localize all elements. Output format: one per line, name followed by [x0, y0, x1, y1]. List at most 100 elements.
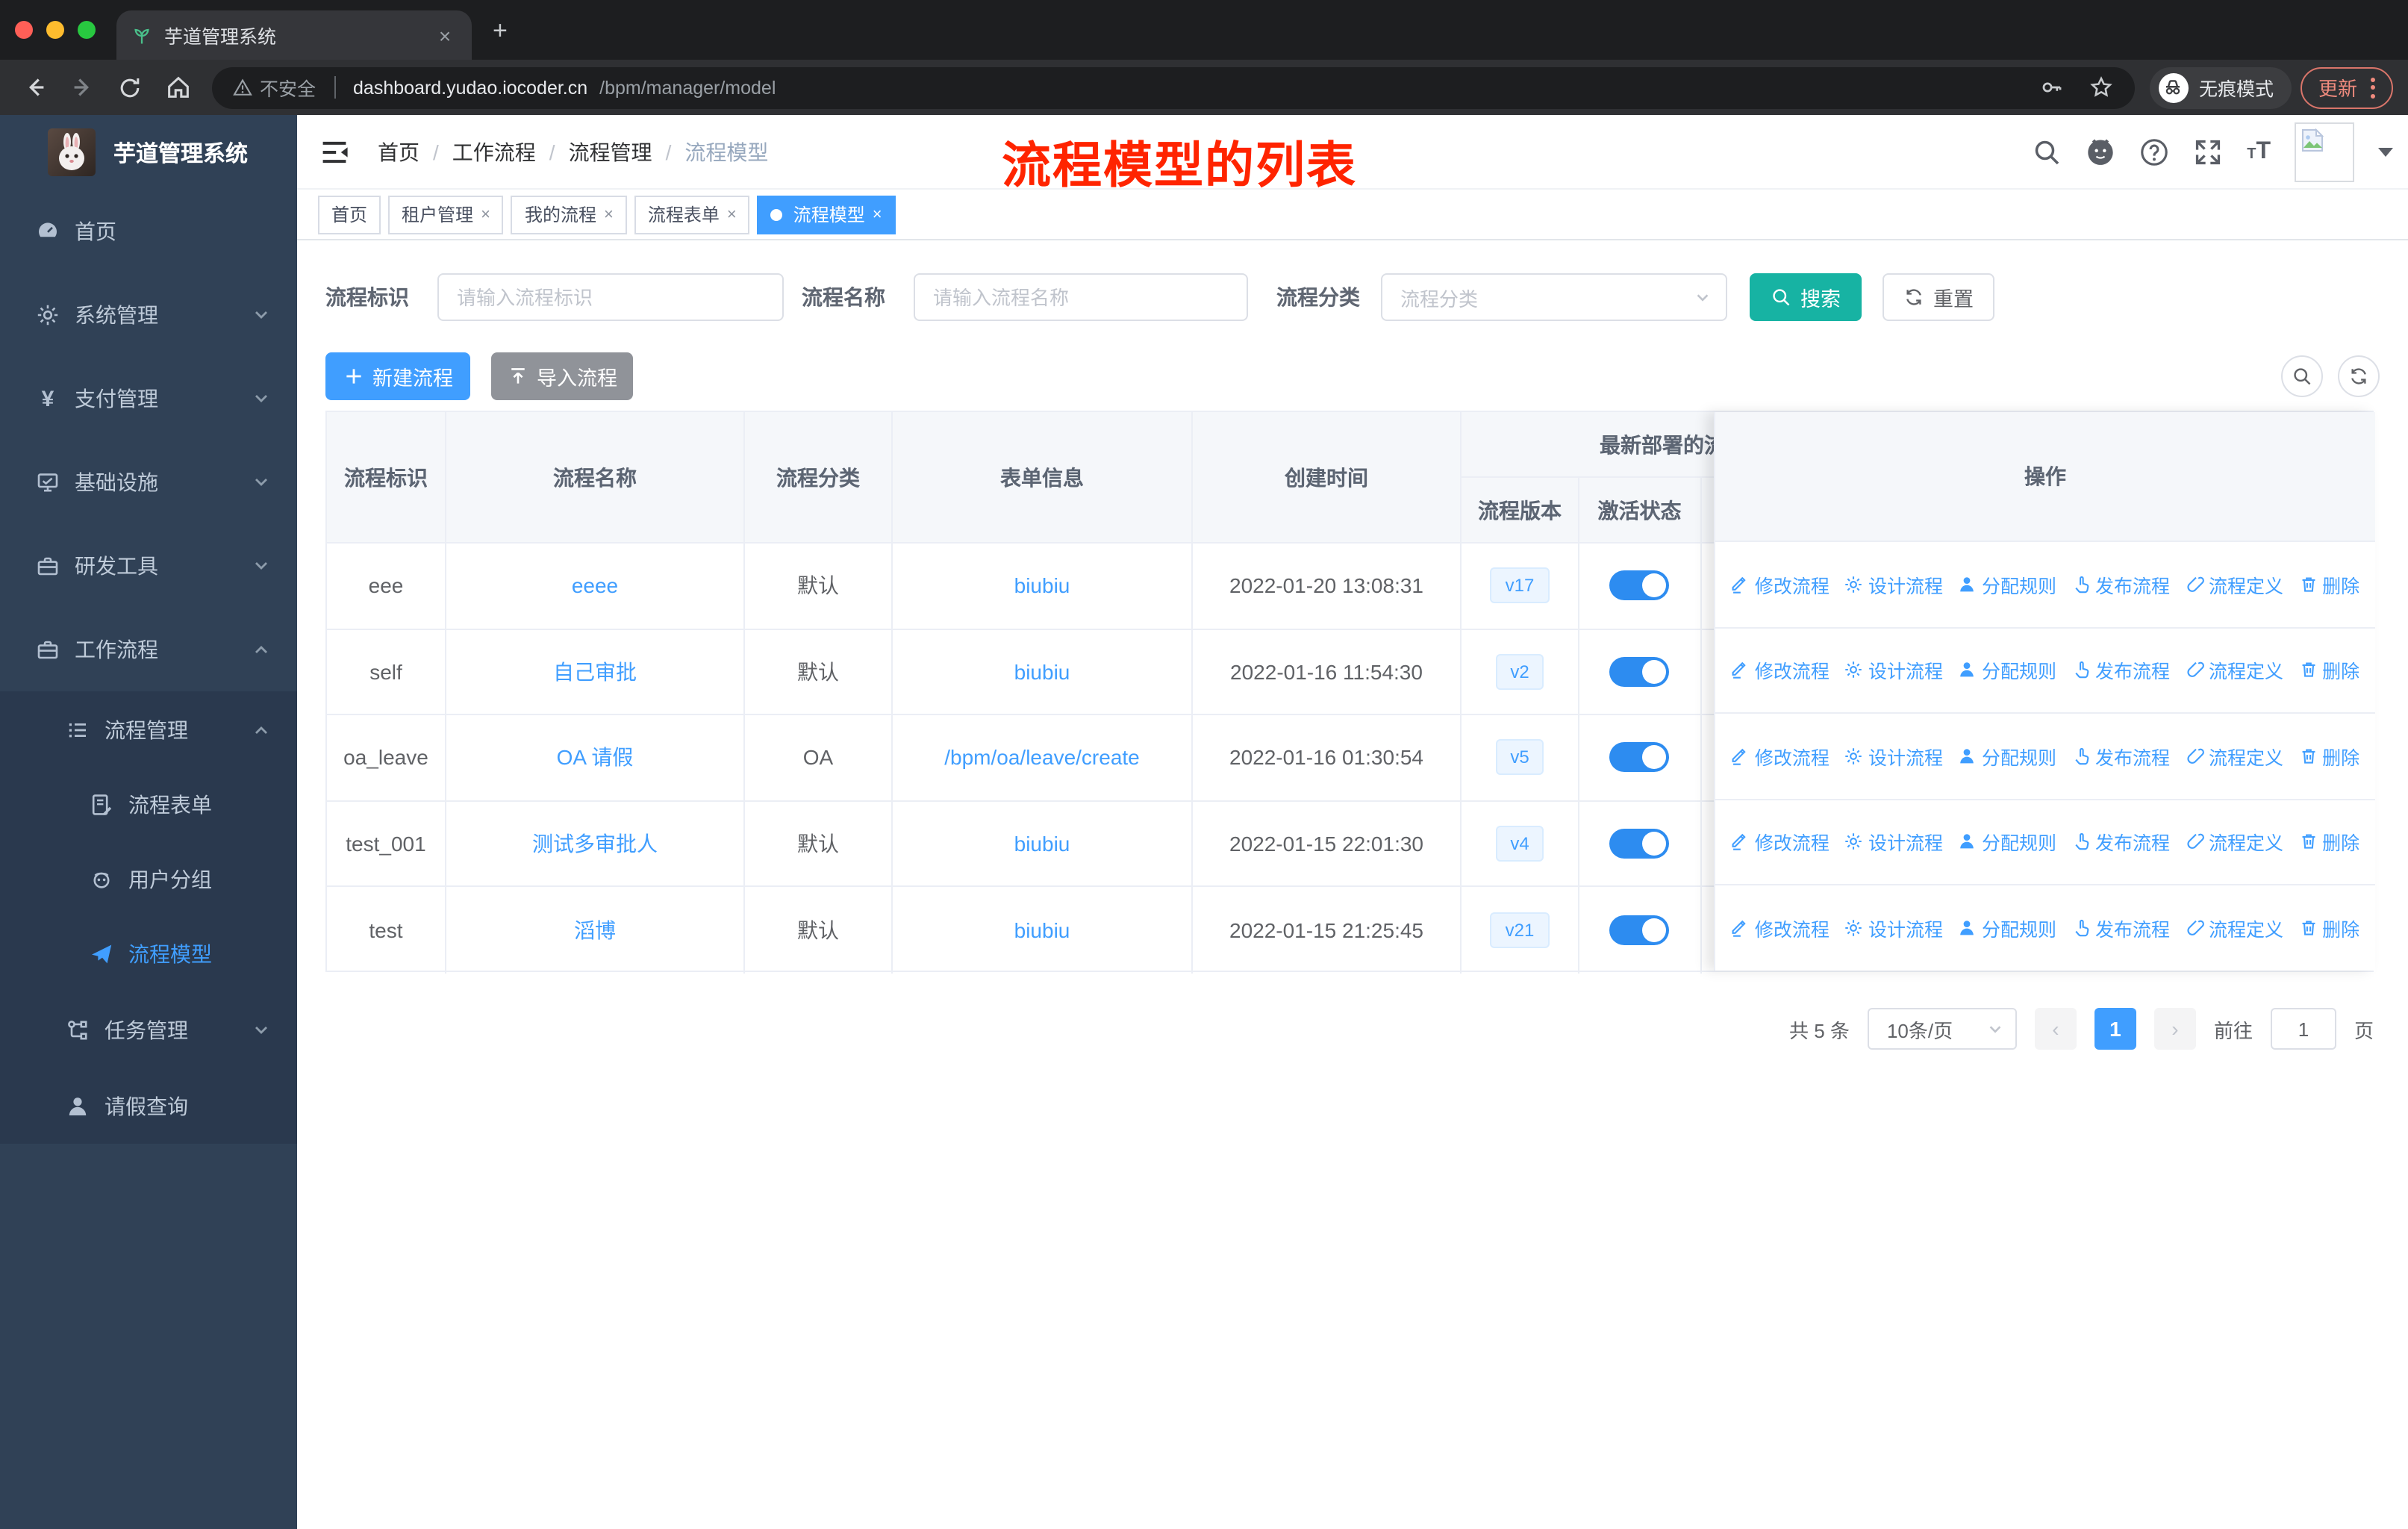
sidebar-collapse-icon[interactable] — [318, 135, 351, 168]
tag-process-model[interactable]: 流程模型 × — [757, 195, 896, 234]
tag-close-icon[interactable]: × — [604, 205, 614, 223]
form-info-link[interactable]: biubiu — [1014, 574, 1070, 598]
bookmark-star-icon[interactable] — [2089, 75, 2114, 100]
action-edit[interactable]: 修改流程 — [1731, 570, 1830, 599]
prev-page-button[interactable]: ‹ — [2034, 1008, 2077, 1050]
action-delete[interactable]: 删除 — [2298, 570, 2359, 599]
sidebar-item-dev[interactable]: 研发工具 — [0, 524, 297, 608]
browser-tab[interactable]: 芋道管理系统 × — [116, 10, 472, 60]
home-button[interactable] — [158, 68, 197, 107]
breadcrumb-workflow[interactable]: 工作流程 — [452, 137, 536, 166]
tag-process-form[interactable]: 流程表单 × — [634, 195, 750, 234]
sidebar-item-leave-query[interactable]: 请假查询 — [0, 1068, 297, 1144]
action-design[interactable]: 设计流程 — [1844, 656, 1943, 685]
sidebar-item-workflow[interactable]: 工作流程 — [0, 608, 297, 691]
process-name-link[interactable]: OA 请假 — [557, 743, 634, 773]
form-info-link[interactable]: /bpm/oa/leave/create — [944, 746, 1140, 770]
active-toggle[interactable] — [1609, 742, 1670, 773]
filter-category-select[interactable]: 流程分类 — [1381, 273, 1727, 321]
reset-button[interactable]: 重置 — [1883, 273, 1994, 321]
next-page-button[interactable]: › — [2153, 1008, 2196, 1050]
action-design[interactable]: 设计流程 — [1844, 915, 1943, 943]
action-design[interactable]: 设计流程 — [1844, 742, 1943, 770]
action-definition[interactable]: 流程定义 — [2185, 828, 2283, 856]
window-zoom-button[interactable] — [78, 21, 96, 39]
fullscreen-icon[interactable] — [2193, 137, 2223, 167]
action-publish[interactable]: 发布流程 — [2071, 742, 2170, 770]
reload-button[interactable] — [110, 68, 149, 107]
action-delete[interactable]: 删除 — [2298, 656, 2359, 685]
action-publish[interactable]: 发布流程 — [2071, 656, 2170, 685]
breadcrumb-home[interactable]: 首页 — [378, 137, 419, 166]
sidebar-item-user-group[interactable]: 用户分组 — [0, 842, 297, 917]
action-delete[interactable]: 删除 — [2298, 828, 2359, 856]
window-close-button[interactable] — [15, 21, 33, 39]
new-tab-button[interactable]: + — [493, 18, 508, 43]
action-publish[interactable]: 发布流程 — [2071, 828, 2170, 856]
process-name-link[interactable]: 测试多审批人 — [532, 829, 658, 859]
action-assign-rule[interactable]: 分配规则 — [1958, 656, 2056, 685]
breadcrumb-process-mgmt[interactable]: 流程管理 — [569, 137, 652, 166]
action-edit[interactable]: 修改流程 — [1731, 742, 1830, 770]
action-edit[interactable]: 修改流程 — [1731, 656, 1830, 685]
page-size-select[interactable]: 10条/页 — [1867, 1008, 2017, 1050]
avatar[interactable] — [2295, 122, 2354, 182]
tag-home[interactable]: 首页 — [318, 195, 381, 234]
sidebar-item-pay[interactable]: ¥ 支付管理 — [0, 357, 297, 440]
tab-close-icon[interactable]: × — [433, 23, 457, 47]
tag-my-process[interactable]: 我的流程 × — [511, 195, 627, 234]
tag-tenant[interactable]: 租户管理 × — [388, 195, 504, 234]
window-minimize-button[interactable] — [46, 21, 64, 39]
github-icon[interactable] — [2086, 137, 2115, 167]
create-process-button[interactable]: 新建流程 — [325, 352, 470, 400]
sidebar-item-process-mgmt[interactable]: 流程管理 — [0, 691, 297, 767]
security-status[interactable]: 不安全 — [233, 73, 316, 102]
active-toggle[interactable] — [1609, 915, 1670, 945]
form-info-link[interactable]: biubiu — [1014, 832, 1070, 856]
action-design[interactable]: 设计流程 — [1844, 828, 1943, 856]
action-publish[interactable]: 发布流程 — [2071, 915, 2170, 943]
forward-button[interactable] — [63, 68, 102, 107]
help-icon[interactable] — [2139, 137, 2169, 167]
tag-close-icon[interactable]: × — [727, 205, 737, 223]
sidebar-item-infra[interactable]: 基础设施 — [0, 440, 297, 524]
active-toggle[interactable] — [1609, 570, 1670, 601]
action-edit[interactable]: 修改流程 — [1731, 828, 1830, 856]
active-toggle[interactable] — [1609, 656, 1670, 687]
form-info-link[interactable]: biubiu — [1014, 918, 1070, 942]
search-button[interactable]: 搜索 — [1750, 273, 1862, 321]
action-assign-rule[interactable]: 分配规则 — [1958, 742, 2056, 770]
sidebar-item-task-mgmt[interactable]: 任务管理 — [0, 991, 297, 1068]
import-process-button[interactable]: 导入流程 — [491, 352, 633, 400]
action-definition[interactable]: 流程定义 — [2185, 656, 2283, 685]
form-info-link[interactable]: biubiu — [1014, 660, 1070, 684]
search-icon[interactable] — [2032, 137, 2062, 167]
tag-close-icon[interactable]: × — [873, 205, 882, 223]
sidebar-item-process-form[interactable]: 流程表单 — [0, 767, 297, 842]
action-publish[interactable]: 发布流程 — [2071, 570, 2170, 599]
password-key-icon[interactable] — [2039, 75, 2065, 100]
process-name-link[interactable]: 滔博 — [574, 915, 616, 945]
active-toggle[interactable] — [1609, 828, 1670, 859]
process-name-link[interactable]: eeee — [572, 574, 618, 598]
action-definition[interactable]: 流程定义 — [2185, 915, 2283, 943]
action-definition[interactable]: 流程定义 — [2185, 742, 2283, 770]
tag-close-icon[interactable]: × — [481, 205, 490, 223]
action-delete[interactable]: 删除 — [2298, 915, 2359, 943]
action-assign-rule[interactable]: 分配规则 — [1958, 915, 2056, 943]
address-bar[interactable]: 不安全 dashboard.yudao.iocoder.cn /bpm/mana… — [212, 66, 2135, 108]
toggle-search-button[interactable] — [2281, 355, 2323, 397]
action-definition[interactable]: 流程定义 — [2185, 570, 2283, 599]
current-page-button[interactable]: 1 — [2094, 1008, 2136, 1050]
goto-page-input[interactable] — [2270, 1008, 2336, 1050]
action-delete[interactable]: 删除 — [2298, 742, 2359, 770]
filter-name-input[interactable] — [914, 273, 1248, 321]
action-assign-rule[interactable]: 分配规则 — [1958, 828, 2056, 856]
avatar-caret-icon[interactable] — [2378, 148, 2393, 157]
action-design[interactable]: 设计流程 — [1844, 570, 1943, 599]
refresh-table-button[interactable] — [2338, 355, 2380, 397]
filter-key-input[interactable] — [437, 273, 784, 321]
sidebar-item-home[interactable]: 首页 — [0, 190, 297, 273]
sidebar-item-process-model[interactable]: 流程模型 — [0, 917, 297, 991]
action-assign-rule[interactable]: 分配规则 — [1958, 570, 2056, 599]
